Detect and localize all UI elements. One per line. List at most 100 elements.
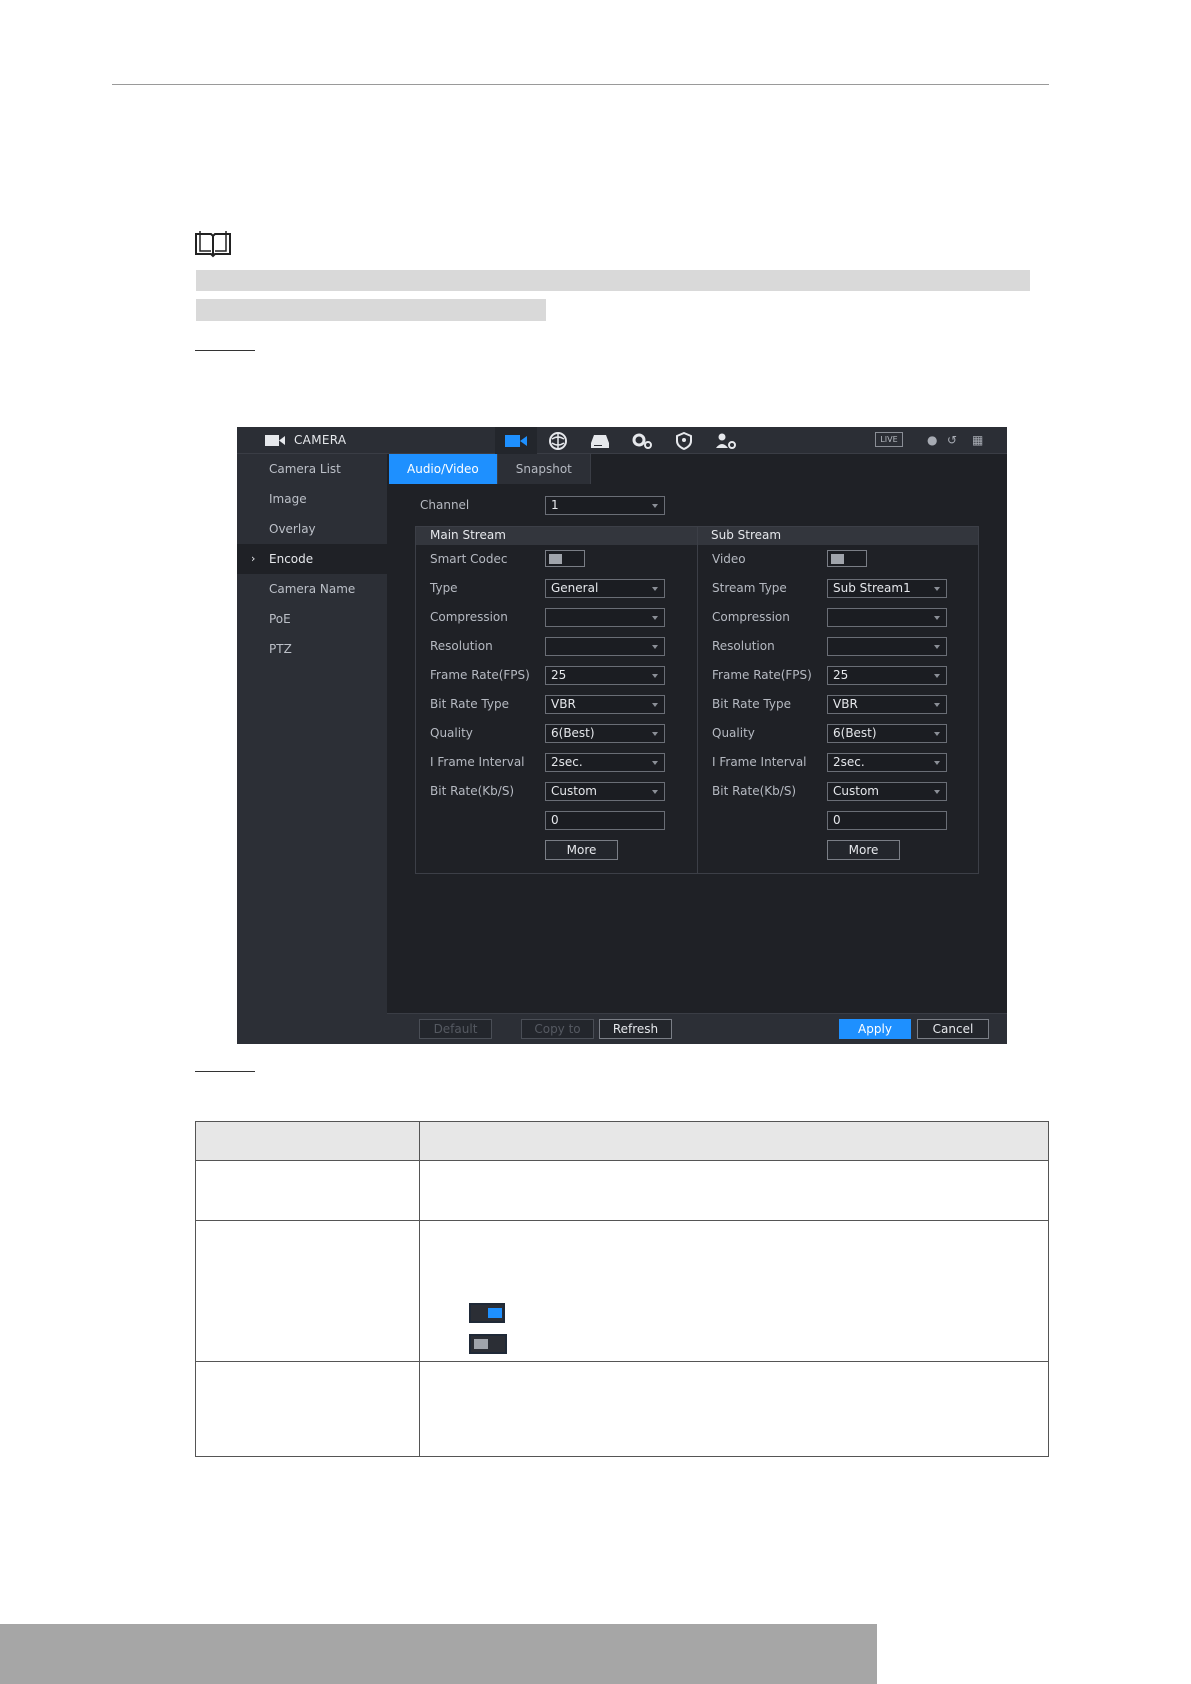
table-cell xyxy=(419,1361,1049,1457)
copy-to-button[interactable]: Copy to xyxy=(521,1019,594,1039)
type-label: Type xyxy=(430,581,458,595)
tab-audio-video[interactable]: Audio/Video xyxy=(389,454,498,484)
toggle-knob xyxy=(831,554,844,564)
chevron-right-icon: › xyxy=(251,552,256,565)
main-frame-rate-select[interactable]: 25 xyxy=(545,666,665,685)
sub-bit-rate-type-label: Bit Rate Type xyxy=(712,697,791,711)
note-book-icon xyxy=(195,231,231,258)
sub-i-frame-select[interactable]: 2sec. xyxy=(827,753,947,772)
main-compression-select[interactable] xyxy=(545,608,665,627)
table-row xyxy=(195,1361,1049,1457)
apply-button[interactable]: Apply xyxy=(839,1019,911,1039)
tab-snapshot[interactable]: Snapshot xyxy=(497,454,591,484)
sub-quality-label: Quality xyxy=(712,726,755,740)
network-icon[interactable] xyxy=(537,427,579,454)
sub-bit-rate-type-select[interactable]: VBR xyxy=(827,695,947,714)
sidebar-item-image[interactable]: Image xyxy=(237,484,387,514)
note-highlight-line-2 xyxy=(196,299,546,321)
toggle-off-icon xyxy=(469,1334,507,1354)
smart-codec-toggle[interactable] xyxy=(545,550,585,567)
main-bit-rate-input[interactable]: 0 xyxy=(545,811,665,830)
sub-frame-rate-select[interactable]: 25 xyxy=(827,666,947,685)
main-quality-label: Quality xyxy=(430,726,473,740)
top-nav-icons xyxy=(495,427,747,454)
camera-menu-icon xyxy=(265,435,285,446)
header-rule xyxy=(112,84,1049,85)
sub-more-button[interactable]: More xyxy=(827,840,900,860)
sub-quality-select[interactable]: 6(Best) xyxy=(827,724,947,743)
sidebar-item-overlay[interactable]: Overlay xyxy=(237,514,387,544)
main-bit-rate-type-select[interactable]: VBR xyxy=(545,695,665,714)
channel-label: Channel xyxy=(420,498,470,512)
camera-icon[interactable] xyxy=(495,427,537,454)
sub-compression-label: Compression xyxy=(712,610,790,624)
toggle-on-icon xyxy=(469,1303,505,1323)
live-button[interactable]: LIVE xyxy=(875,432,903,447)
sub-bit-rate-label: Bit Rate(Kb/S) xyxy=(712,784,797,798)
security-shield-icon[interactable] xyxy=(663,427,705,454)
channel-select[interactable]: 1 xyxy=(545,496,665,515)
main-frame-rate-label: Frame Rate(FPS) xyxy=(430,668,530,682)
main-resolution-select[interactable] xyxy=(545,637,665,656)
storage-icon[interactable] xyxy=(579,427,621,454)
toggle-knob xyxy=(488,1308,502,1318)
sub-frame-rate-label: Frame Rate(FPS) xyxy=(712,668,812,682)
sidebar-item-camera-list[interactable]: Camera List xyxy=(237,454,387,484)
table-cell xyxy=(195,1160,420,1221)
cancel-button[interactable]: Cancel xyxy=(917,1019,989,1039)
main-bit-rate-label: Bit Rate(Kb/S) xyxy=(430,784,515,798)
sub-resolution-label: Resolution xyxy=(712,639,775,653)
parameter-table xyxy=(195,1121,1049,1457)
main-i-frame-label: I Frame Interval xyxy=(430,755,525,769)
tab-bar: Audio/Video Snapshot xyxy=(389,454,591,484)
main-quality-select[interactable]: 6(Best) xyxy=(545,724,665,743)
default-button[interactable]: Default xyxy=(419,1019,492,1039)
step-marker-1 xyxy=(195,350,255,351)
video-label: Video xyxy=(712,552,746,566)
sub-i-frame-label: I Frame Interval xyxy=(712,755,807,769)
sub-bit-rate-input[interactable]: 0 xyxy=(827,811,947,830)
main-bit-rate-select[interactable]: Custom xyxy=(545,782,665,801)
sidebar-item-encode[interactable]: › Encode xyxy=(237,544,387,574)
table-cell xyxy=(419,1160,1049,1221)
stream-type-select[interactable]: Sub Stream1 xyxy=(827,579,947,598)
sidebar-item-ptz[interactable]: PTZ xyxy=(237,634,387,664)
step-marker-2 xyxy=(195,1071,255,1072)
table-cell xyxy=(195,1361,420,1457)
footer-bar xyxy=(0,1624,877,1684)
table-header-cell xyxy=(419,1121,1049,1161)
video-toggle[interactable] xyxy=(827,550,867,567)
sidebar: Camera List Image Overlay › Encode Camera… xyxy=(237,454,387,1044)
sidebar-item-camera-name[interactable]: Camera Name xyxy=(237,574,387,604)
table-cell xyxy=(195,1220,420,1362)
table-row xyxy=(195,1160,1049,1221)
main-stream-title: Main Stream xyxy=(430,528,506,542)
grid-menu-icon[interactable]: ▦ xyxy=(972,433,983,447)
main-compression-label: Compression xyxy=(430,610,508,624)
toggle-knob xyxy=(549,554,562,564)
table-row xyxy=(195,1220,1049,1362)
stream-type-label: Stream Type xyxy=(712,581,787,595)
logout-icon[interactable]: ↺ xyxy=(947,433,957,447)
main-more-button[interactable]: More xyxy=(545,840,618,860)
sub-bit-rate-select[interactable]: Custom xyxy=(827,782,947,801)
stream-divider xyxy=(697,527,698,873)
encode-settings-screenshot: CAMERA LIVE ● ↺ ▦ Camera List Image Over… xyxy=(237,427,1007,1044)
refresh-button[interactable]: Refresh xyxy=(599,1019,672,1039)
table-header-cell xyxy=(195,1121,420,1161)
type-select[interactable]: General xyxy=(545,579,665,598)
note-highlight-line-1 xyxy=(196,270,1030,291)
sidebar-item-poe[interactable]: PoE xyxy=(237,604,387,634)
system-gear-icon[interactable] xyxy=(621,427,663,454)
smart-codec-label: Smart Codec xyxy=(430,552,508,566)
main-i-frame-select[interactable]: 2sec. xyxy=(545,753,665,772)
sub-resolution-select[interactable] xyxy=(827,637,947,656)
table-header-row xyxy=(195,1121,1049,1161)
window-title: CAMERA xyxy=(294,433,347,447)
toggle-knob xyxy=(474,1339,488,1349)
account-icon[interactable] xyxy=(705,427,747,454)
top-bar: CAMERA LIVE ● ↺ ▦ xyxy=(237,427,1007,454)
user-icon[interactable]: ● xyxy=(927,433,937,447)
sub-compression-select[interactable] xyxy=(827,608,947,627)
main-resolution-label: Resolution xyxy=(430,639,493,653)
